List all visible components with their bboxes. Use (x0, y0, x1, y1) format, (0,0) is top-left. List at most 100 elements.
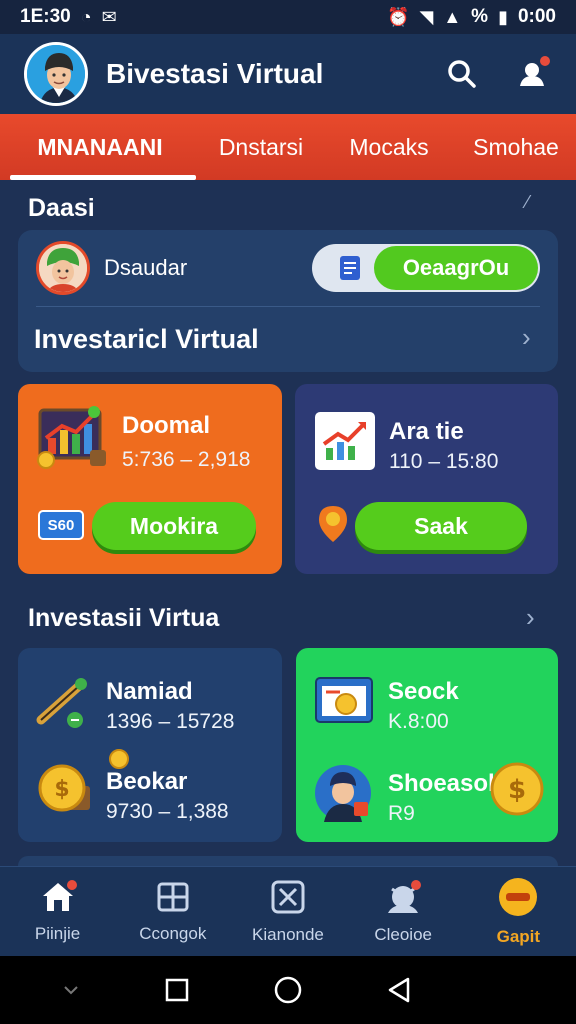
nav-label: Cleoioe (374, 925, 432, 944)
card-seock[interactable]: Seock K.8:00 Shoeasol R9 $ (296, 648, 558, 842)
card-doomal[interactable]: Doomal 5:736 – 2,918 S60 Mookira (18, 384, 282, 574)
tab-dnstarsi[interactable]: Dnstarsi (200, 114, 322, 180)
item1-range: 1396 – 15728 (106, 710, 235, 733)
nav-label: Kianonde (252, 925, 324, 944)
panel-divider (36, 306, 540, 307)
battery-icon: ▮ (498, 7, 508, 27)
chevron-right-icon[interactable]: › (522, 322, 531, 353)
item2-title: Shoeasol (388, 770, 495, 797)
bottom-nav: Piinjie Ccongok Kianonde Cleoioe Gapit (0, 866, 576, 956)
card-title: Doomal (122, 412, 211, 439)
item1-value: K.8:00 (388, 710, 449, 733)
item1-title: Namiad (106, 678, 193, 705)
svg-text:$: $ (54, 777, 69, 802)
clock-icon: ◔ (80, 7, 92, 27)
nav-label: Ccongok (139, 924, 207, 943)
alarm-icon: ⏰ (387, 7, 410, 27)
tab-mnanaani[interactable]: MNANAANI (0, 114, 200, 180)
tab-mocaks[interactable]: Mocaks (322, 114, 456, 180)
telescope-icon (34, 672, 96, 732)
home-icon (42, 880, 77, 911)
document-icon-svg (340, 256, 360, 280)
user-avatar (36, 241, 90, 295)
coin-stack-icon-svg: $ (38, 764, 90, 812)
card-ara-tie[interactable]: Ara tie 110 – 15:80 Saak (295, 384, 558, 574)
card-range: 110 – 15:80 (389, 450, 499, 473)
profile-avatar[interactable] (24, 42, 88, 106)
growth-chart-icon (315, 412, 375, 470)
notification-dot (540, 56, 550, 66)
nav-home[interactable]: Piinjie (0, 867, 115, 957)
nav-gapit[interactable]: Gapit (461, 867, 576, 957)
section-heading-2: Investasii Virtua (28, 604, 220, 632)
system-nav-bar (0, 956, 576, 1024)
search-icon (448, 60, 476, 88)
signal-icon: ▲ (443, 7, 462, 27)
investor-avatar-icon-svg (315, 765, 371, 822)
tab-label: Mocaks (349, 133, 429, 160)
status-time: 1E:30 (20, 6, 71, 27)
growth-chart-icon-svg (322, 422, 366, 460)
dollar-coin-icon-svg: $ (490, 762, 544, 816)
edit-icon[interactable]: ⁄ (526, 192, 529, 213)
user-row: Dsaudar OeaagrOu (18, 230, 558, 306)
tab-label: Dnstarsi (218, 133, 304, 160)
small-coin-icon-svg (109, 749, 129, 769)
nav-cleoioe[interactable]: Cleoioe (346, 867, 461, 957)
document-icon (334, 251, 368, 285)
chevron-down-icon[interactable] (61, 983, 81, 997)
badge-label: S60 (47, 516, 75, 534)
user-name: Dsaudar (104, 255, 188, 280)
dollar-coin-icon: $ (490, 762, 544, 816)
battery-percent: % (471, 6, 489, 27)
svg-text:$: $ (508, 775, 526, 805)
gold-icon (499, 878, 538, 916)
tab-label: Smohae (473, 133, 559, 160)
virtual-panel: Dsaudar OeaagrOu Investaricl Virtual › (18, 230, 558, 372)
mode-toggle[interactable]: OeaagrOu (312, 244, 540, 292)
notification-button[interactable] (512, 54, 552, 94)
item1-title: Seock (388, 678, 459, 705)
back-button-icon[interactable] (386, 976, 412, 1004)
item2-value: R9 (388, 802, 415, 825)
monitor-coin-icon (314, 674, 374, 726)
card-range: 5:736 – 2,918 (122, 448, 251, 471)
user-avatar-illustration (39, 244, 87, 292)
investor-avatar-icon (314, 764, 372, 822)
app-header: Bivestasi Virtual (0, 34, 576, 114)
small-coin-icon (106, 748, 132, 770)
panel-title[interactable]: Investaricl Virtual (34, 324, 259, 355)
nav-ccongok[interactable]: Ccongok (115, 867, 230, 957)
chart-box-icon (271, 880, 305, 914)
tab-smohae[interactable]: Smohae (456, 114, 576, 180)
badge-icon: S60 (38, 510, 84, 540)
nav-label: Gapit (496, 927, 541, 946)
section-heading: Daasi (28, 194, 95, 222)
card-namiad[interactable]: Namiad 1396 – 15728 $ Beokar 9730 – 1,38… (18, 648, 282, 842)
status-bar: 1E:30 ◔ ✉ ⏰ ◥ ▲ % ▮ 0:00 (0, 0, 576, 34)
card-title: Ara tie (389, 418, 464, 445)
status-clock-right: 0:00 (517, 6, 556, 27)
grid-icon (157, 882, 189, 912)
robot-icon (388, 880, 422, 913)
search-button[interactable] (442, 54, 482, 94)
wifi-icon: ◥ (419, 7, 434, 27)
home-button-icon[interactable] (273, 975, 303, 1005)
telescope-icon-svg (36, 678, 87, 728)
coin-stack-icon: $ (38, 762, 92, 814)
recents-button-icon[interactable] (164, 977, 190, 1003)
monitor-coin-icon-svg (315, 677, 373, 723)
avatar-illustration (27, 45, 85, 103)
tab-bar: MNANAANI Dnstarsi Mocaks Smohae (0, 114, 576, 180)
tab-label: MNANAANI (37, 133, 163, 160)
mail-icon: ✉ (101, 7, 117, 27)
nav-kianonde[interactable]: Kianonde (230, 867, 345, 957)
item2-range: 9730 – 1,388 (106, 800, 229, 823)
app-title: Bivestasi Virtual (106, 58, 324, 89)
chart-board-icon (36, 404, 112, 470)
chevron-right-icon[interactable]: › (526, 602, 535, 633)
toggle-label: OeaagrOu (374, 246, 538, 290)
mookira-button[interactable]: Mookira (92, 502, 256, 550)
location-pin-icon (317, 504, 349, 544)
saak-button[interactable]: Saak (355, 502, 527, 550)
